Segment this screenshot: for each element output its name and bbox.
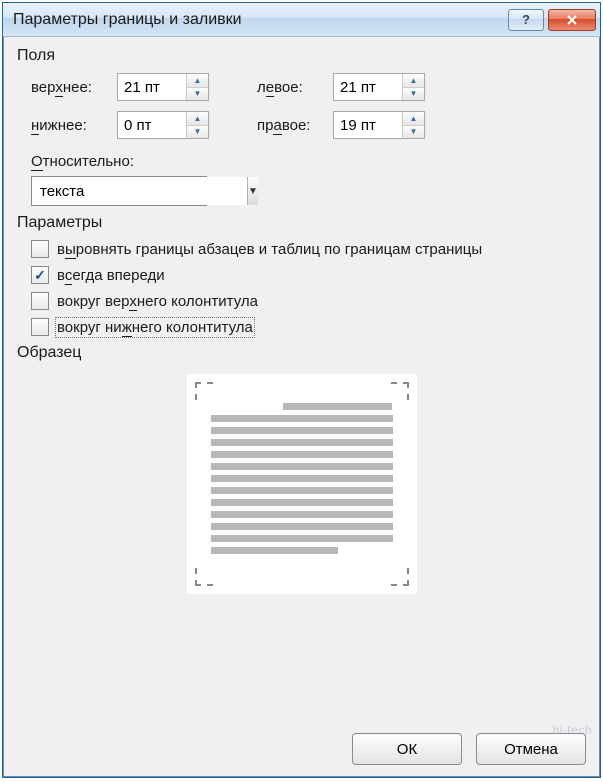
checkbox-label: вокруг верхнего колонтитула: [57, 293, 258, 310]
checkbox-label: всегда впереди: [57, 267, 165, 284]
checkbox-around-header[interactable]: вокруг верхнего колонтитула: [31, 292, 586, 310]
chevron-down-icon[interactable]: ▼: [247, 177, 258, 205]
dialog-buttons: ОК Отмена: [352, 733, 586, 765]
watermark: hi-tech: [552, 723, 592, 737]
spin-down-icon[interactable]: ▼: [403, 88, 424, 101]
checkbox-align-borders[interactable]: выровнять границы абзацев и таблиц по гр…: [31, 240, 586, 258]
group-preview-title: Образец: [17, 344, 586, 362]
ok-button[interactable]: ОК: [352, 733, 462, 765]
checkbox-icon: [31, 240, 49, 258]
checkbox-around-footer[interactable]: вокруг нижнего колонтитула: [31, 318, 586, 336]
spinner-margin-bottom[interactable]: ▲ ▼: [117, 111, 209, 139]
spin-up-icon[interactable]: ▲: [187, 112, 208, 126]
label-margin-top: верхнее:: [31, 79, 117, 96]
group-preview: Образец: [17, 344, 586, 594]
window-title: Параметры границы и заливки: [13, 11, 504, 29]
spin-up-icon[interactable]: ▲: [187, 74, 208, 88]
cancel-button[interactable]: Отмена: [476, 733, 586, 765]
spin-down-icon[interactable]: ▼: [403, 126, 424, 139]
spinner-margin-right[interactable]: ▲ ▼: [333, 111, 425, 139]
group-fields-title: Поля: [17, 47, 586, 65]
group-options-title: Параметры: [17, 214, 586, 232]
dialog-window: Параметры границы и заливки ? Поля верхн…: [2, 2, 601, 778]
checkbox-icon: ✓: [31, 266, 49, 284]
group-options: Параметры выровнять границы абзацев и та…: [17, 214, 586, 336]
preview-text-lines: [211, 403, 393, 554]
corner-marker-icon: [195, 568, 213, 586]
input-margin-left[interactable]: [334, 74, 402, 100]
spin-up-icon[interactable]: ▲: [403, 74, 424, 88]
titlebar: Параметры границы и заливки ?: [3, 3, 600, 37]
corner-marker-icon: [391, 568, 409, 586]
help-button[interactable]: ?: [508, 9, 544, 31]
checkbox-label: выровнять границы абзацев и таблиц по гр…: [57, 241, 482, 258]
input-margin-top[interactable]: [118, 74, 186, 100]
spin-down-icon[interactable]: ▼: [187, 126, 208, 139]
group-fields: Поля верхнее: ▲ ▼ левое: ▲ ▼: [17, 47, 586, 206]
input-margin-right[interactable]: [334, 112, 402, 138]
dialog-content: Поля верхнее: ▲ ▼ левое: ▲ ▼: [3, 37, 600, 594]
corner-marker-icon: [391, 382, 409, 400]
spinner-margin-top[interactable]: ▲ ▼: [117, 73, 209, 101]
spin-down-icon[interactable]: ▼: [187, 88, 208, 101]
close-button[interactable]: [548, 9, 596, 31]
spinner-margin-left[interactable]: ▲ ▼: [333, 73, 425, 101]
corner-marker-icon: [195, 382, 213, 400]
label-margin-right: правое:: [257, 117, 333, 134]
checkbox-always-front[interactable]: ✓ всегда впереди: [31, 266, 586, 284]
combo-relative[interactable]: ▼: [31, 176, 207, 206]
input-margin-bottom[interactable]: [118, 112, 186, 138]
checkbox-label: вокруг нижнего колонтитула: [57, 319, 253, 336]
checkbox-icon: [31, 318, 49, 336]
label-margin-bottom: нижнее:: [31, 117, 117, 134]
checkbox-icon: [31, 292, 49, 310]
close-icon: [566, 14, 578, 26]
combo-relative-input[interactable]: [32, 177, 247, 205]
label-margin-left: левое:: [257, 79, 333, 96]
spin-up-icon[interactable]: ▲: [403, 112, 424, 126]
preview-pane: [187, 374, 417, 594]
label-relative: Относительно:: [31, 153, 586, 170]
